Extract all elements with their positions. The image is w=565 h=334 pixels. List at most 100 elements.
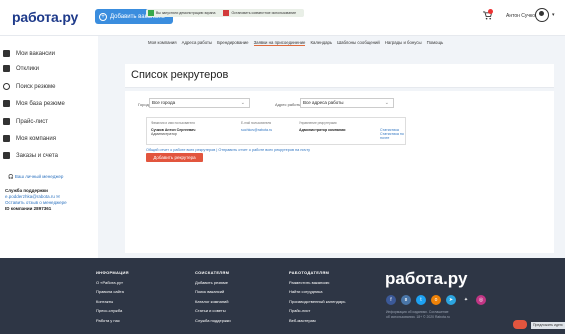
sidebar-item-label: Моя компания xyxy=(16,135,56,142)
sidebar-item-orders[interactable]: Заказы и счета xyxy=(3,152,58,159)
support-email[interactable]: e.podderzhka@rabota.ru xyxy=(5,194,55,199)
address-label: Адрес работы xyxy=(275,102,302,107)
company-id: ID компании 2897361 xyxy=(5,206,52,211)
footer-link[interactable]: Статьи и советы xyxy=(195,306,231,316)
top-header: работа.ру + Добавить вакансию Вы запусти… xyxy=(0,0,565,36)
recruiters-card: Город Все города Адрес работы Все адреса… xyxy=(125,91,554,253)
site-logo[interactable]: работа.ру xyxy=(12,9,78,25)
footer-link[interactable]: Контакты xyxy=(96,297,129,307)
city-label: Город xyxy=(138,102,149,107)
footer-info-column: ИНФОРМАЦИЯ О «Работа.ру» Правила сайта К… xyxy=(96,268,129,325)
sidebar: Мои вакансии Отклики Поиск резюме Моя ба… xyxy=(0,36,98,258)
instagram-icon[interactable]: ◎ xyxy=(476,295,486,305)
footer-link[interactable]: О «Работа.ру» xyxy=(96,278,129,288)
personal-manager-link[interactable]: 🎧 Ваш личный менеджер xyxy=(8,174,63,180)
sidebar-item-resume-search[interactable]: Поиск резюме xyxy=(3,83,55,90)
sidebar-item-label: Отклики xyxy=(16,65,39,72)
sidebar-item-vacancies[interactable]: Мои вакансии xyxy=(3,50,55,57)
sidebar-item-label: Поиск резюме xyxy=(16,83,56,90)
chat-icon[interactable] xyxy=(513,320,527,329)
footer-link[interactable]: Разместить вакансию xyxy=(289,278,345,288)
footer-link[interactable]: Прайс-лист xyxy=(289,306,345,316)
sparkle-icon[interactable]: ✦ xyxy=(461,295,471,305)
footer-employers-column: РАБОТОДАТЕЛЯМ Разместить вакансию Найти … xyxy=(289,268,345,325)
footer-seekers-column: СОИСКАТЕЛЯМ Добавить резюме Поиск ваканс… xyxy=(195,268,231,325)
footer-logo[interactable]: работа.ру xyxy=(385,269,467,289)
footer-link[interactable]: Каталог компаний xyxy=(195,297,231,307)
page-title-card: Список рекрутеров xyxy=(125,64,554,88)
add-recruiter-button[interactable]: Добавить рекрутера xyxy=(146,153,203,162)
sidebar-item-label: Моя база резюме xyxy=(16,100,65,107)
footer-link[interactable]: Пресс-служба xyxy=(96,306,129,316)
folder-icon xyxy=(3,100,10,107)
tab-join-requests[interactable]: Заявки на присоединение xyxy=(253,40,306,46)
manager-feedback-link[interactable]: Оставить отзыв о менеджере xyxy=(5,200,67,205)
invoice-icon xyxy=(3,152,10,159)
sidebar-item-company[interactable]: Моя компания xyxy=(3,135,56,142)
footer-link[interactable]: Веб-мастерам xyxy=(289,316,345,326)
user-name[interactable]: Антон Сучков xyxy=(506,13,538,19)
main-content: Моя компания Адреса работы Брендирование… xyxy=(98,36,565,258)
vk-icon[interactable]: в xyxy=(401,295,411,305)
stop-share-icon[interactable] xyxy=(223,10,230,16)
sidebar-item-label: Прайс-лист xyxy=(16,118,48,125)
footer-heading: РАБОТОДАТЕЛЯМ xyxy=(289,270,330,275)
support-block: Служба поддержки e.podderzhka@rabota.ru … xyxy=(5,188,67,212)
tab-rewards[interactable]: Награды и бонусы xyxy=(385,40,422,46)
footer-link[interactable]: Производственный календарь xyxy=(289,297,345,307)
tab-branding[interactable]: Брендирование xyxy=(217,40,248,46)
price-icon xyxy=(3,118,10,125)
footer-link[interactable]: Добавить резюме xyxy=(195,278,231,288)
user-avatar-icon[interactable] xyxy=(535,8,549,22)
footer-link[interactable]: Служба поддержки xyxy=(195,316,231,326)
report-links[interactable]: Общий отчет о работе всех рекрутеров | О… xyxy=(146,148,310,152)
recruiter-role: Администратор xyxy=(151,132,177,136)
building-icon xyxy=(3,135,10,142)
sidebar-item-label: Заказы и счета xyxy=(16,152,58,159)
feedback-button[interactable]: Предложить идею xyxy=(531,322,565,329)
footer: ИНФОРМАЦИЯ О «Работа.ру» Правила сайта К… xyxy=(0,258,565,334)
copyright-line: об использовании. 18+ © 2020 Rabota.ru xyxy=(386,314,450,319)
footer-link[interactable]: Поиск вакансий xyxy=(195,287,231,297)
company-tabs: Моя компания Адреса работы Брендирование… xyxy=(148,40,443,46)
facebook-icon[interactable]: f xyxy=(386,295,396,305)
stats-email-link[interactable]: Статистика по почте xyxy=(380,132,405,140)
telegram-icon[interactable]: ➤ xyxy=(446,295,456,305)
city-select[interactable]: Все города xyxy=(149,98,250,108)
document-icon xyxy=(3,65,10,72)
footer-link[interactable]: Правила сайта xyxy=(96,287,129,297)
ok-icon[interactable]: о xyxy=(431,295,441,305)
address-select[interactable]: Все адреса работы xyxy=(300,98,394,108)
screen-share-notice: Вы запустили демонстрацию экрана Останов… xyxy=(146,9,304,17)
sidebar-item-price-list[interactable]: Прайс-лист xyxy=(3,118,48,125)
footer-copyright: Информация об изданиях. Соглашение об ис… xyxy=(386,310,450,319)
twitter-icon[interactable]: t xyxy=(416,295,426,305)
tab-templates[interactable]: Шаблоны сообщений xyxy=(337,40,380,46)
share-active-icon xyxy=(148,10,154,16)
sidebar-item-resume-base[interactable]: Моя база резюме xyxy=(3,100,65,107)
permission-label: Администратор компании xyxy=(299,128,346,132)
footer-link[interactable]: Работа у нас xyxy=(96,316,129,326)
plus-icon: + xyxy=(99,12,107,21)
briefcase-icon xyxy=(3,50,10,57)
footer-link[interactable]: Найти сотрудника xyxy=(289,287,345,297)
tab-addresses[interactable]: Адреса работы xyxy=(182,40,212,46)
column-header-management: Управление рекрутерами xyxy=(299,121,337,125)
tab-help[interactable]: Помощь xyxy=(427,40,444,46)
sidebar-item-responses[interactable]: Отклики xyxy=(3,65,39,72)
copyright-line: Информация об изданиях. Соглашение xyxy=(386,310,449,314)
recruiter-email[interactable]: suchkov@rabota.ru xyxy=(241,128,272,132)
search-icon xyxy=(3,83,10,90)
page-title: Список рекрутеров xyxy=(131,69,229,81)
tab-my-company[interactable]: Моя компания xyxy=(148,40,177,46)
stop-share-link[interactable]: Остановить совместное использование xyxy=(231,11,296,15)
sidebar-item-label: Мои вакансии xyxy=(16,50,55,57)
manager-link-label: Ваш личный менеджер xyxy=(14,174,64,179)
headset-icon: 🎧 xyxy=(8,174,14,179)
stats-links: Статистика Статистика по почте xyxy=(380,128,405,140)
support-title: Служба поддержки xyxy=(5,188,48,193)
tab-calendar[interactable]: Календарь xyxy=(310,40,332,46)
column-header-name: Фамилия и имя пользователя xyxy=(151,121,195,125)
footer-heading: СОИСКАТЕЛЯМ xyxy=(195,270,230,275)
chevron-down-icon[interactable]: ▾ xyxy=(552,12,555,18)
